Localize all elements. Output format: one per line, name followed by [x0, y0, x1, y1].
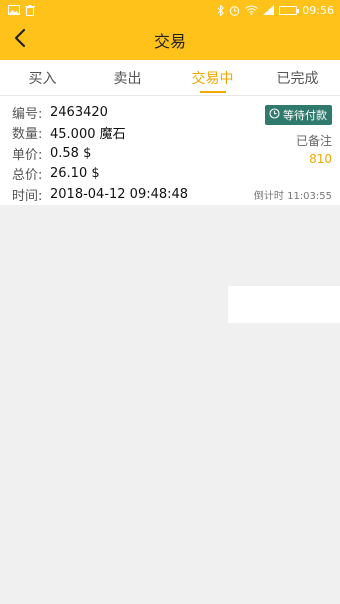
countdown-timer: 倒计时 11:03:55	[253, 191, 332, 202]
page-title: 交易	[153, 32, 186, 51]
status-left	[8, 4, 35, 16]
status-badge: 等待付款	[265, 105, 332, 125]
total-price-row: 总价: 26.10 $	[12, 164, 332, 185]
remark-value: 810	[309, 152, 332, 166]
tab-buy[interactable]: 买入	[0, 60, 85, 95]
back-button[interactable]	[8, 27, 32, 53]
unit-price-label: 单价:	[12, 147, 43, 163]
tab-completed[interactable]: 已完成	[255, 60, 340, 95]
order-id-label: 编号:	[12, 106, 43, 122]
bluetooth-icon	[217, 4, 225, 16]
order-time-value: 2018-04-12 09:48:48	[50, 186, 189, 202]
unit-price-value: 0.58 $	[50, 145, 92, 161]
clock-icon	[269, 108, 280, 122]
blank-panel	[228, 286, 340, 323]
total-price-label: 总价:	[12, 168, 43, 184]
tab-bar: 买入 卖出 交易中 已完成	[0, 60, 340, 96]
quantity-label: 数量:	[12, 127, 43, 143]
remark-label: 已备注	[295, 134, 332, 148]
image-icon	[8, 5, 20, 15]
tab-trading[interactable]: 交易中	[170, 60, 255, 95]
battery-icon	[279, 5, 300, 15]
trash-icon	[25, 4, 35, 16]
app-header: 交易	[0, 20, 340, 60]
alarm-icon	[229, 5, 240, 16]
status-bar: 09:56	[0, 0, 340, 20]
clock-time: 09:56	[302, 3, 334, 17]
quantity-row: 数量: 45.000 魔石	[12, 123, 332, 144]
order-id-value: 2463420	[50, 104, 108, 120]
status-right: 09:56	[217, 4, 334, 17]
total-price-value: 26.10 $	[50, 166, 100, 182]
chevron-left-icon	[14, 28, 26, 52]
unit-price-row: 单价: 0.58 $	[12, 143, 332, 164]
tab-sell[interactable]: 卖出	[85, 60, 170, 95]
status-badge-label: 等待付款	[283, 109, 327, 122]
wifi-icon	[245, 5, 259, 15]
signal-icon	[263, 5, 275, 15]
quantity-value: 45.000 魔石	[50, 127, 126, 143]
order-card[interactable]: 编号: 2463420 数量: 45.000 魔石 单价: 0.58 $ 总价:…	[0, 96, 340, 205]
order-time-label: 时间:	[12, 188, 43, 204]
